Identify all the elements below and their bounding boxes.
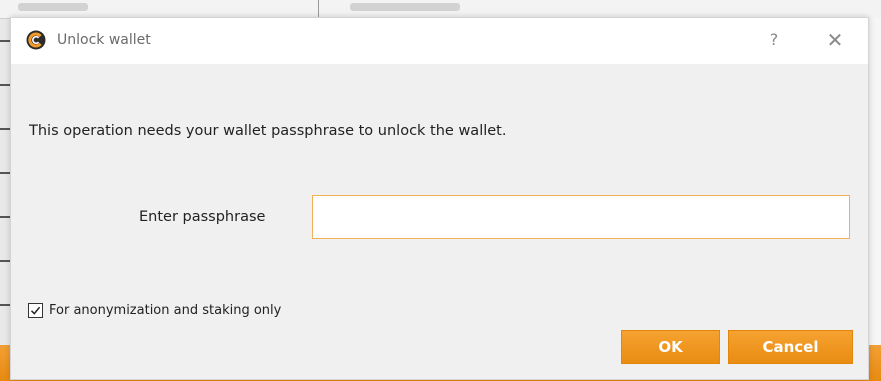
anonymization-checkbox-label: For anonymization and staking only	[49, 302, 282, 318]
close-icon[interactable]: ✕	[823, 28, 847, 52]
unlock-message: This operation needs your wallet passphr…	[29, 123, 507, 139]
passphrase-input[interactable]	[312, 195, 850, 239]
unlock-wallet-dialog: Unlock wallet ? ✕ This operation needs y…	[10, 17, 869, 380]
background-window-edge-right	[867, 18, 881, 345]
cancel-button[interactable]: Cancel	[728, 330, 853, 364]
dialog-title: Unlock wallet	[57, 32, 151, 48]
background-blurred-text	[18, 3, 88, 11]
background-column-divider	[318, 0, 319, 18]
wallet-logo-icon	[26, 30, 46, 50]
anonymization-checkbox-row[interactable]: For anonymization and staking only	[28, 301, 281, 319]
passphrase-label: Enter passphrase	[139, 209, 266, 225]
anonymization-checkbox[interactable]	[28, 302, 43, 318]
checkmark-icon	[30, 306, 41, 315]
dialog-titlebar[interactable]: Unlock wallet ? ✕	[11, 18, 868, 64]
background-window-edge	[0, 18, 10, 381]
background-blurred-text	[350, 3, 460, 11]
help-button[interactable]: ?	[765, 28, 783, 52]
ok-button[interactable]: OK	[621, 330, 720, 364]
